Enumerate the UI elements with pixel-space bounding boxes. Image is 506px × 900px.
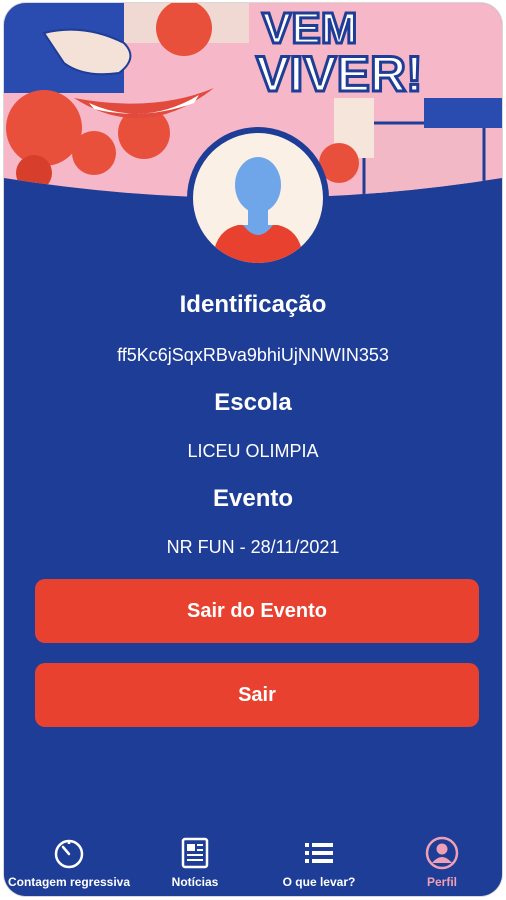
- tab-label-countdown: Contagem regressiva: [7, 875, 131, 889]
- tab-countdown[interactable]: Contagem regressiva: [4, 825, 134, 896]
- event-value: NR FUN - 28/11/2021: [166, 537, 340, 557]
- user-avatar-icon: [193, 133, 323, 263]
- app-screen: VEM VIVER! Identificação ff5Kc6jSqxRBva9…: [4, 3, 502, 896]
- logout-button[interactable]: Sair: [35, 663, 479, 727]
- tab-label-profile: Perfil: [426, 875, 457, 889]
- bottom-tab-bar: Contagem regressiva Notícias O que levar…: [4, 825, 502, 896]
- user-circle-icon: [425, 836, 459, 870]
- avatar: [187, 127, 329, 269]
- newspaper-icon: [181, 837, 209, 869]
- tab-label-checklist: O que levar?: [282, 875, 356, 889]
- leave-event-button[interactable]: Sair do Evento: [35, 579, 479, 643]
- banner-text-line2: VIVER!: [256, 46, 423, 102]
- identification-value: ff5Kc6jSqxRBva9bhiUjNNWIN353: [117, 345, 389, 365]
- identification-title: Identificação: [179, 291, 327, 318]
- tab-checklist[interactable]: O que levar?: [256, 825, 382, 896]
- school-title: Escola: [214, 389, 292, 416]
- list-icon: [305, 843, 333, 863]
- tab-label-news: Notícias: [171, 875, 219, 889]
- event-title: Evento: [212, 485, 293, 512]
- tab-news[interactable]: Notícias: [134, 825, 256, 896]
- timer-icon: [54, 839, 84, 869]
- school-value: LICEU OLIMPIA: [187, 441, 319, 461]
- tab-profile[interactable]: Perfil: [382, 825, 502, 896]
